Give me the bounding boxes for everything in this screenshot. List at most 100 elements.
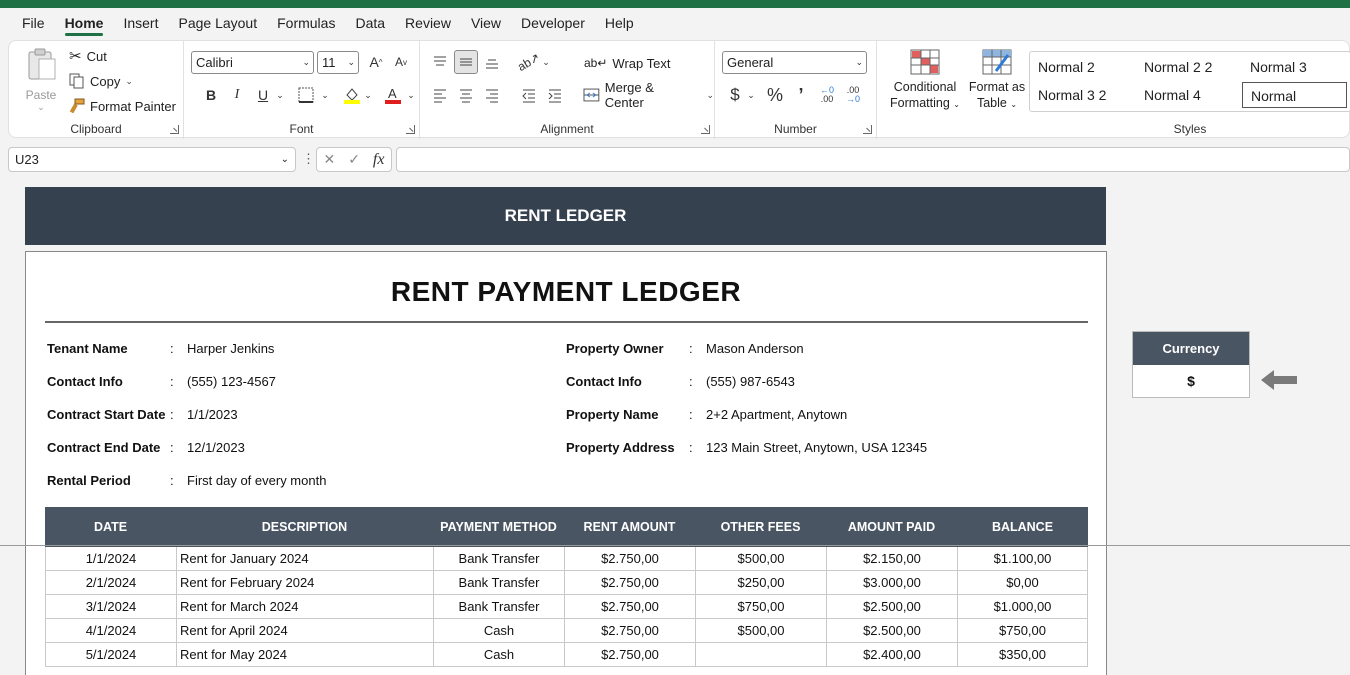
cell-amount-paid[interactable]: $2.500,00 — [826, 595, 957, 619]
col-header-description[interactable]: DESCRIPTION — [176, 507, 433, 547]
name-box[interactable]: U23 ⌄ — [8, 147, 296, 172]
font-size-combo[interactable]: 11 ⌄ — [317, 51, 359, 74]
align-left-icon[interactable] — [428, 83, 452, 107]
col-header-payment-method[interactable]: PAYMENT METHOD — [433, 507, 564, 547]
increase-font-icon[interactable]: A ^ — [364, 50, 388, 74]
chevron-down-icon[interactable]: ⌄ — [313, 83, 337, 107]
style-normal-2-2[interactable]: Normal 2 2 — [1136, 54, 1239, 80]
menu-home[interactable]: Home — [55, 8, 114, 38]
style-normal-3[interactable]: Normal 3 — [1242, 54, 1345, 80]
menu-page-layout[interactable]: Page Layout — [168, 8, 267, 38]
paste-button[interactable]: Paste ⌄ — [23, 47, 59, 117]
cut-button[interactable]: ✂ Cut — [69, 45, 107, 67]
col-header-amount-paid[interactable]: AMOUNT PAID — [826, 507, 957, 547]
cell-rent-amount[interactable]: $2.750,00 — [564, 619, 695, 643]
col-header-date[interactable]: DATE — [45, 507, 176, 547]
worksheet[interactable]: RENT LEDGER RENT PAYMENT LEDGER Tenant N… — [0, 180, 1350, 675]
cell-payment-method[interactable]: Cash — [433, 643, 564, 667]
chevron-down-icon[interactable]: ⌄ — [356, 83, 380, 107]
cell-other-fees[interactable]: $250,00 — [695, 571, 826, 595]
cell-balance[interactable]: $1.000,00 — [957, 595, 1088, 619]
cell-other-fees[interactable]: $500,00 — [695, 619, 826, 643]
cell-amount-paid[interactable]: $3.000,00 — [826, 571, 957, 595]
style-normal[interactable]: Normal — [1242, 82, 1347, 108]
cell-balance[interactable]: $1.100,00 — [957, 547, 1088, 571]
cell-description[interactable]: Rent for January 2024 — [176, 547, 433, 571]
conditional-formatting-button[interactable]: Conditional Formatting ⌄ — [883, 47, 967, 113]
insert-function-icon[interactable]: fx — [373, 151, 385, 169]
cell-other-fees[interactable]: $500,00 — [695, 547, 826, 571]
chevron-down-icon[interactable]: ⌄ — [268, 83, 292, 107]
font-name-combo[interactable]: Calibri ⌄ — [191, 51, 314, 74]
cell-description[interactable]: Rent for February 2024 — [176, 571, 433, 595]
chevron-down-icon[interactable]: ⌄ — [739, 83, 763, 107]
align-bottom-icon[interactable] — [480, 50, 504, 74]
more-options-icon[interactable]: ⋮ — [302, 151, 315, 167]
cell-description[interactable]: Rent for May 2024 — [176, 643, 433, 667]
style-normal-4[interactable]: Normal 4 — [1136, 82, 1239, 108]
enter-icon[interactable]: ✓ — [348, 151, 360, 168]
menu-developer[interactable]: Developer — [511, 8, 595, 38]
cell-balance[interactable]: $0,00 — [957, 571, 1088, 595]
number-format-combo[interactable]: General ⌄ — [722, 51, 867, 74]
cell-amount-paid[interactable]: $2.500,00 — [826, 619, 957, 643]
cell-balance[interactable]: $350,00 — [957, 643, 1088, 667]
col-header-balance[interactable]: BALANCE — [957, 507, 1088, 547]
align-right-icon[interactable] — [480, 83, 504, 107]
cell-date[interactable]: 1/1/2024 — [45, 547, 176, 571]
copy-button[interactable]: Copy ⌄ — [69, 70, 133, 92]
font-launcher-icon[interactable] — [406, 125, 415, 134]
alignment-launcher-icon[interactable] — [701, 125, 710, 134]
cell-date[interactable]: 3/1/2024 — [45, 595, 176, 619]
cell-rent-amount[interactable]: $2.750,00 — [564, 571, 695, 595]
cell-date[interactable]: 5/1/2024 — [45, 643, 176, 667]
cell-amount-paid[interactable]: $2.150,00 — [826, 547, 957, 571]
increase-indent-icon[interactable] — [543, 83, 567, 107]
menu-help[interactable]: Help — [595, 8, 644, 38]
cancel-icon[interactable]: ✕ — [323, 151, 335, 168]
currency-value[interactable]: $ — [1133, 365, 1249, 398]
decrease-indent-icon[interactable] — [517, 83, 541, 107]
cell-rent-amount[interactable]: $2.750,00 — [564, 547, 695, 571]
cell-other-fees[interactable]: $750,00 — [695, 595, 826, 619]
cell-date[interactable]: 4/1/2024 — [45, 619, 176, 643]
chevron-down-icon[interactable]: ⌄ — [534, 50, 558, 74]
align-middle-icon[interactable] — [454, 50, 478, 74]
cell-rent-amount[interactable]: $2.750,00 — [564, 595, 695, 619]
cell-payment-method[interactable]: Cash — [433, 619, 564, 643]
cell-rent-amount[interactable]: $2.750,00 — [564, 643, 695, 667]
menu-formulas[interactable]: Formulas — [267, 8, 345, 38]
col-header-rent-amount[interactable]: RENT AMOUNT — [564, 507, 695, 547]
cell-payment-method[interactable]: Bank Transfer — [433, 571, 564, 595]
comma-style-icon[interactable]: ’ — [789, 83, 813, 107]
percent-icon[interactable]: % — [763, 83, 787, 107]
increase-decimal-icon[interactable]: ←0.00 — [815, 83, 839, 107]
cell-description[interactable]: Rent for April 2024 — [176, 619, 433, 643]
wrap-text-button[interactable]: ab↵ Wrap Text — [584, 52, 670, 74]
cell-amount-paid[interactable]: $2.400,00 — [826, 643, 957, 667]
decrease-font-icon[interactable]: Av — [389, 50, 413, 74]
menu-view[interactable]: View — [461, 8, 511, 38]
merge-center-button[interactable]: Merge & Center ⌄ — [583, 80, 714, 110]
decrease-decimal-icon[interactable]: .00 →0 — [841, 83, 865, 107]
format-as-table-button[interactable]: Format as Table ⌄ — [967, 47, 1027, 113]
style-normal-2[interactable]: Normal 2 — [1030, 54, 1133, 80]
menu-data[interactable]: Data — [345, 8, 395, 38]
align-top-icon[interactable] — [428, 50, 452, 74]
clipboard-launcher-icon[interactable] — [170, 125, 179, 134]
style-normal-3-2[interactable]: Normal 3 2 — [1030, 82, 1133, 108]
italic-icon[interactable]: I — [225, 83, 249, 107]
menu-review[interactable]: Review — [395, 8, 461, 38]
menu-insert[interactable]: Insert — [113, 8, 168, 38]
number-launcher-icon[interactable] — [863, 125, 872, 134]
menu-file[interactable]: File — [12, 8, 55, 38]
cell-payment-method[interactable]: Bank Transfer — [433, 547, 564, 571]
cell-payment-method[interactable]: Bank Transfer — [433, 595, 564, 619]
align-center-icon[interactable] — [454, 83, 478, 107]
col-header-other-fees[interactable]: OTHER FEES — [695, 507, 826, 547]
cell-balance[interactable]: $750,00 — [957, 619, 1088, 643]
cell-date[interactable]: 2/1/2024 — [45, 571, 176, 595]
bold-icon[interactable]: B — [199, 83, 223, 107]
format-painter-button[interactable]: Format Painter — [69, 95, 176, 117]
cell-description[interactable]: Rent for March 2024 — [176, 595, 433, 619]
